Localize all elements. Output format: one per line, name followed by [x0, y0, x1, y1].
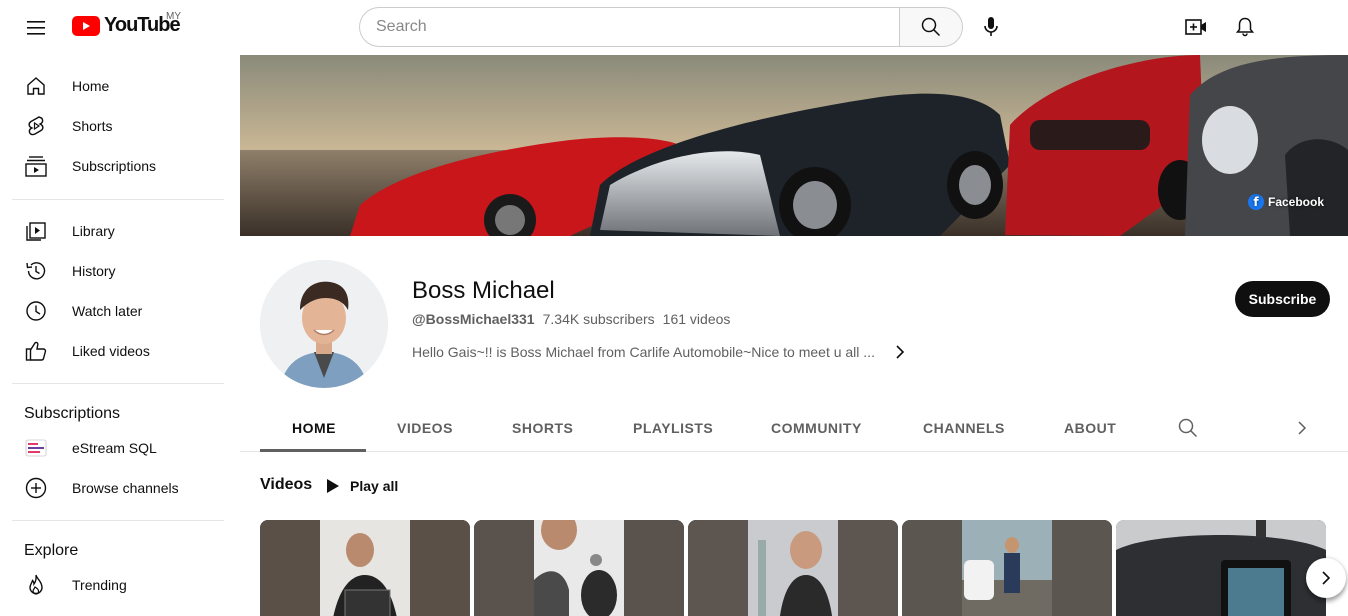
- shelf-scroll-right-button[interactable]: [1306, 558, 1346, 598]
- channel-description[interactable]: Hello Gais~!! is Boss Michael from Carli…: [412, 344, 882, 360]
- search-icon: [921, 17, 941, 37]
- masthead: YouTube MY: [0, 0, 1348, 55]
- youtube-logo[interactable]: YouTube MY: [72, 11, 181, 37]
- chevron-right-icon: [1322, 571, 1331, 585]
- banner-cars-image: [240, 55, 1348, 236]
- active-tab-indicator: [260, 449, 366, 452]
- tab-home[interactable]: HOME: [292, 404, 336, 452]
- play-all-label: Play all: [350, 478, 399, 494]
- bell-icon: [1236, 17, 1254, 37]
- sidebar-item-label: Library: [72, 223, 115, 239]
- video-thumbnail[interactable]: [688, 520, 898, 616]
- country-code: MY: [166, 11, 181, 22]
- video-count: 161 videos: [662, 311, 731, 327]
- shelf-title[interactable]: Videos: [260, 476, 312, 494]
- play-logo-icon: [72, 15, 100, 36]
- add-circle-icon: [24, 476, 48, 500]
- sidebar-item-trending[interactable]: Trending: [12, 565, 224, 605]
- sidebar-item-label: Watch later: [72, 303, 143, 319]
- avatar-photo: [260, 260, 388, 388]
- like-icon: [24, 339, 48, 363]
- channel-banner: f Facebook: [240, 55, 1348, 236]
- sidebar-item-shorts[interactable]: Shorts: [12, 106, 224, 146]
- chevron-right-icon: [896, 345, 905, 359]
- channel-tabs: HOME VIDEOS SHORTS PLAYLISTS COMMUNITY C…: [240, 404, 1348, 452]
- sidebar-item-label: Trending: [72, 577, 127, 593]
- search-button[interactable]: [899, 7, 963, 47]
- guide-sidebar: Home Shorts Subscriptions Library Histor…: [0, 56, 240, 616]
- sidebar-item-history[interactable]: History: [12, 251, 224, 291]
- trending-icon: [24, 573, 48, 597]
- sidebar-item-label: Browse channels: [72, 480, 179, 496]
- tab-playlists[interactable]: PLAYLISTS: [633, 404, 713, 452]
- sidebar-item-library[interactable]: Library: [12, 211, 224, 251]
- subscriptions-heading: Subscriptions: [24, 405, 121, 422]
- sidebar-item-estream-sql[interactable]: eStream SQL: [12, 428, 224, 468]
- subscribe-button[interactable]: Subscribe: [1235, 281, 1330, 317]
- search-input[interactable]: [359, 7, 899, 47]
- sidebar-divider: [12, 383, 224, 384]
- library-icon: [24, 219, 48, 243]
- tab-about[interactable]: ABOUT: [1064, 404, 1116, 452]
- play-all-button[interactable]: Play all: [326, 470, 398, 502]
- notifications-button[interactable]: [1225, 7, 1265, 47]
- facebook-icon: f: [1247, 194, 1264, 210]
- channel-avatar-large[interactable]: [260, 260, 388, 388]
- video-thumbnail[interactable]: [260, 520, 470, 616]
- tab-videos[interactable]: VIDEOS: [397, 404, 453, 452]
- channel-search-button[interactable]: [1176, 416, 1200, 440]
- tab-community[interactable]: COMMUNITY: [771, 404, 862, 452]
- create-button[interactable]: [1176, 7, 1216, 47]
- home-icon: [24, 74, 48, 98]
- channel-name: Boss Michael: [412, 277, 555, 304]
- sidebar-item-label: eStream SQL: [72, 440, 157, 456]
- sidebar-divider: [12, 199, 224, 200]
- sidebar-item-label: Shorts: [72, 118, 113, 134]
- video-create-icon: [1185, 19, 1206, 35]
- explore-heading: Explore: [24, 542, 79, 559]
- facebook-link[interactable]: f Facebook: [1247, 194, 1324, 210]
- channel-avatar: [24, 436, 48, 460]
- history-icon: [24, 259, 48, 283]
- video-thumbnail[interactable]: [1116, 520, 1326, 616]
- shorts-icon: [24, 114, 48, 138]
- sidebar-item-liked-videos[interactable]: Liked videos: [12, 331, 224, 371]
- video-thumbnail[interactable]: [902, 520, 1112, 616]
- channel-handle: @BossMichael331: [412, 311, 535, 327]
- facebook-link-label: Facebook: [1267, 195, 1324, 209]
- microphone-icon: [984, 17, 998, 36]
- subscriptions-icon: [24, 154, 48, 178]
- menu-icon[interactable]: [16, 8, 56, 48]
- search-icon: [1178, 418, 1198, 438]
- voice-search-button[interactable]: [971, 7, 1011, 47]
- tab-channels[interactable]: CHANNELS: [923, 404, 1005, 452]
- sidebar-item-browse-channels[interactable]: Browse channels: [12, 468, 224, 508]
- sidebar-item-label: Subscriptions: [72, 158, 157, 174]
- tab-shorts[interactable]: SHORTS: [512, 404, 573, 452]
- watch-later-icon: [24, 299, 48, 323]
- subscriber-count: 7.34K subscribers: [542, 311, 655, 327]
- sidebar-item-label: Home: [72, 78, 110, 94]
- sidebar-item-home[interactable]: Home: [12, 66, 224, 106]
- sidebar-item-label: Liked videos: [72, 343, 150, 359]
- tabs-scroll-right-button[interactable]: [1290, 416, 1314, 440]
- video-thumbnail[interactable]: [474, 520, 684, 616]
- chevron-right-icon: [1298, 421, 1307, 435]
- sidebar-item-watch-later[interactable]: Watch later: [12, 291, 224, 331]
- sidebar-divider: [12, 520, 224, 521]
- sidebar-item-label: History: [72, 263, 116, 279]
- description-more-button[interactable]: [888, 340, 912, 364]
- search-box: [359, 7, 963, 47]
- play-icon: [327, 479, 339, 493]
- sidebar-item-subscriptions[interactable]: Subscriptions: [12, 146, 224, 186]
- channel-meta: @BossMichael331 7.34K subscribers 161 vi…: [412, 311, 730, 327]
